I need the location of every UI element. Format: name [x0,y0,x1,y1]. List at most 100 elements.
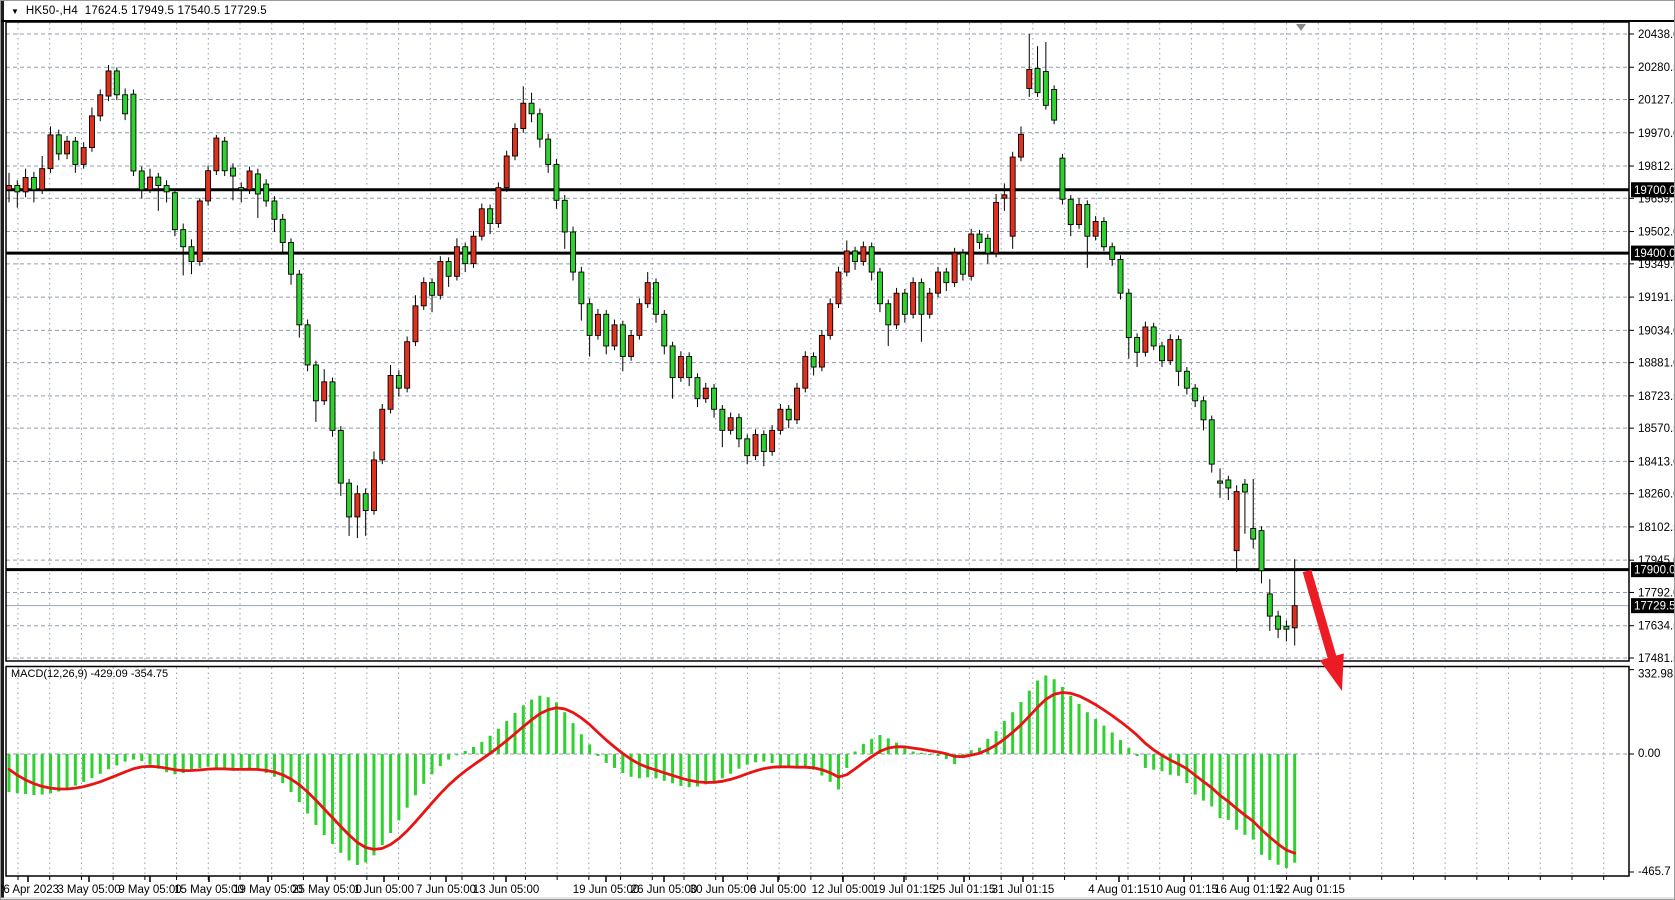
bull-candle [1093,221,1098,236]
bear-candle [164,186,169,192]
bear-candle [280,219,285,242]
bull-candle [836,272,841,304]
bull-candle [438,262,443,296]
date-axis-label: 30 Jun 05:00 [690,884,757,896]
bear-candle [1176,340,1181,372]
macd-histogram [8,675,1297,868]
bull-candle [148,177,153,190]
bull-candle [471,236,476,263]
bear-candle [73,141,78,164]
price-tag-label: 19400.0 [1634,248,1675,260]
bull-candle [612,325,617,346]
bear-candle [172,193,177,230]
bear-candle [877,272,882,304]
bear-candle [463,247,468,264]
date-axis-label: 13 Jun 05:00 [473,884,540,896]
price-axis-label: 18413.0 [1638,456,1675,468]
bear-candle [239,188,244,190]
bull-candle [645,283,650,304]
price-axis-label: 17792.0 [1638,587,1675,599]
bear-candle [297,274,302,325]
bear-candle [1101,221,1106,246]
bull-candle [206,171,211,201]
bear-candle [1043,72,1048,106]
bear-candle [396,375,401,388]
bear-candle [181,230,186,247]
bear-candle [1068,199,1073,224]
date-axis-label: 4 Aug 01:15 [1088,884,1149,896]
price-axis-label: 19812.5 [1638,161,1675,173]
bear-candle [761,435,766,452]
macd-axis-label: -465.7 [1638,866,1671,878]
date-axis-label: 25 May 05:00 [292,884,362,896]
chart-canvas[interactable]: 20438.020280.520127.519970.019812.519659… [1,1,1675,900]
bear-candle [1284,626,1289,629]
bull-candle [969,234,974,276]
date-axis-label: 6 Jul 05:00 [750,884,806,896]
price-axis-label: 20127.5 [1638,95,1675,107]
bull-candle [512,129,517,156]
bear-candle [529,103,534,114]
bull-candle [1077,205,1082,225]
bear-candle [1126,293,1131,337]
bull-candle [504,156,509,188]
macd-axis-label: 332.98 [1638,669,1673,681]
bull-candle [1002,195,1007,198]
bear-candle [869,247,874,272]
bear-candle [1259,531,1264,571]
price-axis-label: 17481.5 [1638,653,1675,665]
bull-candle [828,304,833,336]
bear-candle [363,494,368,511]
date-axis[interactable]: 26 Apr 20233 May 05:009 May 05:0015 May … [1,876,1604,896]
bull-candle [795,388,800,420]
bear-candle [604,314,609,346]
bear-candle [902,293,907,314]
bear-candle [114,71,119,95]
bear-candle [1035,68,1040,92]
bear-candle [1184,371,1189,388]
bear-candle [1218,481,1223,483]
bull-candle [1168,340,1173,361]
bear-candle [1135,338,1140,353]
support-resistance-lines [6,190,1629,570]
bear-candle [189,247,194,262]
bull-candle [1027,69,1032,88]
bull-candle [1292,606,1297,628]
price-axis-label: 18102.5 [1638,522,1675,534]
bull-candle [637,304,642,336]
bear-candle [944,272,949,283]
bull-candle [106,71,111,96]
bear-candle [56,135,61,154]
bear-candle [720,409,725,430]
macd-axis-label: 0.00 [1638,748,1660,760]
bear-candle [347,483,352,517]
date-axis-label: 22 Aug 01:15 [1277,884,1345,896]
date-axis-label: 9 May 05:00 [118,884,181,896]
bear-candle [919,283,924,315]
bear-candle [960,253,965,274]
bull-candle [23,178,28,192]
bear-candle [786,409,791,420]
bear-candle [695,378,700,399]
price-axis-label: 19349.0 [1638,259,1675,271]
chart-shift-marker [1296,24,1306,31]
price-axis-label: 18260.0 [1638,489,1675,501]
bear-candle [1201,401,1206,420]
price-axis[interactable]: 20438.020280.520127.519970.019812.519659… [1629,29,1675,665]
bear-candle [139,171,144,190]
date-axis-label: 1 Jun 05:00 [354,884,414,896]
bear-candle [1060,158,1065,199]
date-axis-label: 31 Jul 01:15 [992,884,1055,896]
price-axis-label: 20438.0 [1638,29,1675,41]
bear-candle [313,365,318,401]
bull-candle [803,356,808,388]
bull-candle [819,335,824,367]
date-axis-label: 12 Jul 05:00 [812,884,875,896]
bear-candle [1193,388,1198,401]
bear-candle [264,184,269,201]
price-axis-label: 19034.0 [1638,325,1675,337]
bear-candle [886,304,891,325]
bull-candle [413,306,418,342]
bear-candle [430,283,435,296]
bull-candle [197,201,202,262]
